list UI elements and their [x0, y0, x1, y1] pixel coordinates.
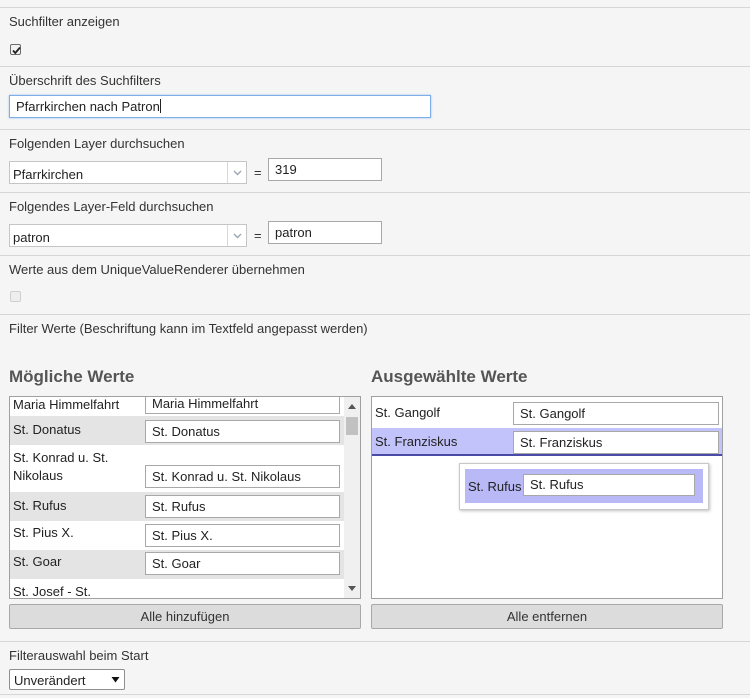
- list-item[interactable]: St. Goar St. Goar: [10, 550, 344, 579]
- remove-all-button[interactable]: Alle entfernen: [371, 604, 723, 629]
- filter-values-label: Filter Werte (Beschriftung kann im Textf…: [9, 321, 368, 336]
- list-item-input[interactable]: St. Pius X.: [145, 524, 340, 547]
- show-filter-label: Suchfilter anzeigen: [9, 14, 120, 29]
- list-item-name: St. Franziskus: [375, 434, 458, 449]
- renderer-checkbox[interactable]: [10, 291, 21, 302]
- drag-proxy[interactable]: St. Rufus St. Rufus: [459, 463, 709, 510]
- layer-combo[interactable]: Pfarrkirchen: [9, 161, 247, 184]
- heading-label: Überschrift des Suchfilters: [9, 73, 161, 88]
- list-item-name: St. Konrad u. St. Nikolaus: [13, 450, 109, 483]
- scrollbar[interactable]: [344, 397, 360, 598]
- divider: [0, 255, 750, 256]
- list-item-name: St. Josef - St.: [13, 584, 92, 599]
- list-item[interactable]: Maria Himmelfahrt Maria Himmelfahrt: [10, 397, 344, 416]
- layer-combo-value: Pfarrkirchen: [13, 167, 84, 182]
- equals-sign: =: [254, 228, 262, 243]
- list-item[interactable]: St. Donatus St. Donatus: [10, 416, 344, 445]
- start-filter-label: Filterauswahl beim Start: [9, 648, 149, 663]
- field-combo-value: patron: [13, 230, 50, 245]
- list-item-input[interactable]: St. Konrad u. St. Nikolaus: [145, 465, 340, 488]
- divider: [0, 7, 750, 8]
- divider: [0, 129, 750, 130]
- list-item-input[interactable]: St. Gangolf: [513, 402, 719, 425]
- checkmark-icon: [12, 46, 21, 55]
- list-item[interactable]: St. Konrad u. St. Nikolaus St. Konrad u.…: [10, 445, 344, 492]
- list-item-input[interactable]: St. Goar: [145, 552, 340, 575]
- list-item-name: St. Goar: [13, 554, 62, 569]
- selected-values-title: Ausgewählte Werte: [371, 367, 528, 386]
- layer-id-input[interactable]: 319: [268, 158, 382, 181]
- renderer-label: Werte aus dem UniqueValueRenderer überne…: [9, 262, 305, 277]
- list-item[interactable]: St. Gangolf St. Gangolf: [372, 399, 722, 427]
- divider: [0, 66, 750, 67]
- scroll-up-icon: [348, 404, 356, 409]
- field-value-input[interactable]: patron: [268, 221, 382, 244]
- drag-item-name: St. Rufus: [468, 479, 522, 494]
- list-item-name: St. Rufus: [13, 498, 67, 513]
- list-item[interactable]: St. Rufus St. Rufus: [10, 492, 344, 521]
- dropdown-arrow-icon: [111, 677, 120, 683]
- list-item-name: St. Donatus: [13, 422, 81, 437]
- list-item-input[interactable]: St. Rufus: [145, 495, 340, 518]
- equals-sign: =: [254, 165, 262, 180]
- list-item[interactable]: St. Pius X. St. Pius X.: [10, 521, 344, 550]
- divider: [0, 694, 750, 695]
- divider: [0, 314, 750, 315]
- divider: [0, 641, 750, 642]
- drag-item[interactable]: St. Rufus St. Rufus: [465, 469, 703, 503]
- list-item-highlighted[interactable]: St. Franziskus St. Franziskus: [372, 428, 722, 456]
- list-item-input[interactable]: St. Donatus: [145, 420, 340, 443]
- possible-values-title: Mögliche Werte: [9, 367, 135, 386]
- list-item-name: St. Pius X.: [13, 525, 74, 540]
- layer-label: Folgenden Layer durchsuchen: [9, 136, 185, 151]
- possible-values-list[interactable]: Maria Himmelfahrt Maria Himmelfahrt St. …: [9, 396, 361, 599]
- start-filter-select-value: Unverändert: [14, 673, 86, 688]
- field-label: Folgendes Layer-Feld durchsuchen: [9, 199, 214, 214]
- text-cursor: [159, 99, 161, 113]
- chevron-down-icon[interactable]: [227, 225, 246, 246]
- list-item-input[interactable]: Maria Himmelfahrt: [145, 397, 340, 414]
- list-item[interactable]: St. Josef - St.: [10, 579, 344, 599]
- add-all-button[interactable]: Alle hinzufügen: [9, 604, 361, 629]
- list-item-name: Maria Himmelfahrt: [13, 397, 120, 412]
- show-filter-checkbox[interactable]: [10, 44, 21, 55]
- start-filter-select[interactable]: Unverändert: [9, 669, 125, 690]
- list-item-name: St. Gangolf: [375, 405, 441, 420]
- drag-item-input[interactable]: St. Rufus: [523, 474, 695, 496]
- field-combo[interactable]: patron: [9, 224, 247, 247]
- chevron-down-icon[interactable]: [227, 162, 246, 183]
- heading-input-value: Pfarrkirchen nach Patron: [16, 99, 160, 114]
- list-item-input[interactable]: St. Franziskus: [513, 431, 719, 454]
- divider: [0, 192, 750, 193]
- heading-input[interactable]: Pfarrkirchen nach Patron: [9, 95, 431, 118]
- scroll-down-icon: [348, 586, 356, 591]
